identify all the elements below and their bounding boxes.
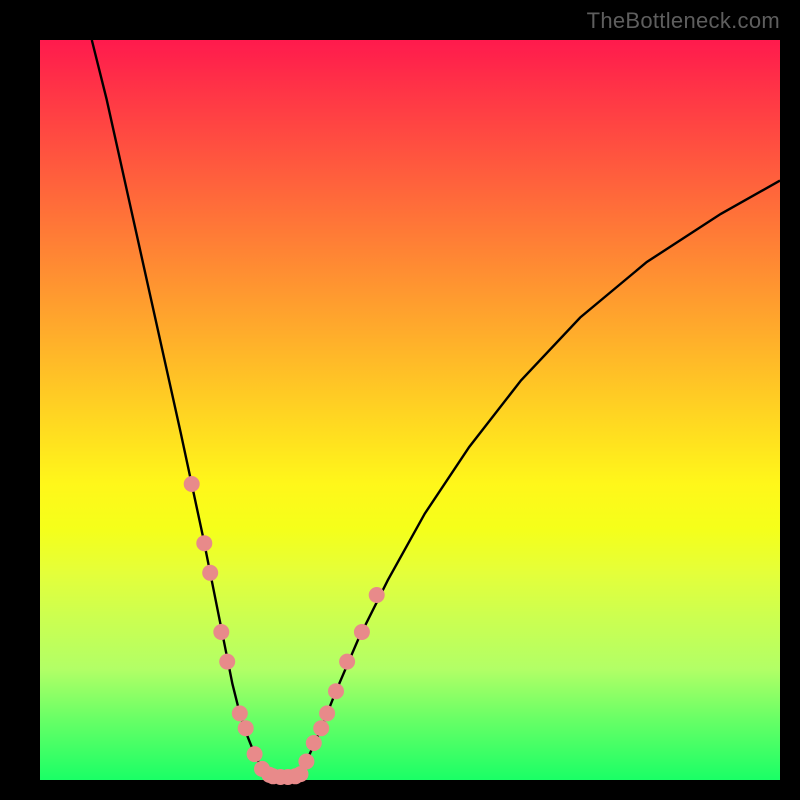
marker-dot xyxy=(313,720,329,736)
marker-dot xyxy=(354,624,370,640)
marker-dot xyxy=(184,476,200,492)
marker-dot xyxy=(213,624,229,640)
marker-dot xyxy=(306,735,322,751)
curve-left-branch xyxy=(92,40,270,775)
marker-dot xyxy=(219,654,235,670)
marker-dot xyxy=(369,587,385,603)
marker-dot xyxy=(238,720,254,736)
marker-dot xyxy=(319,705,335,721)
marker-dot xyxy=(202,565,218,581)
plot-area xyxy=(40,40,780,780)
curve-layer xyxy=(40,40,780,780)
watermark-text: TheBottleneck.com xyxy=(587,8,780,34)
curve-right-branch xyxy=(299,181,780,775)
chart-frame: TheBottleneck.com xyxy=(0,0,800,800)
marker-dot xyxy=(298,754,314,770)
marker-dot xyxy=(328,683,344,699)
marker-dot xyxy=(247,746,263,762)
marker-dot xyxy=(196,535,212,551)
marker-dot xyxy=(339,654,355,670)
marker-dot xyxy=(232,705,248,721)
